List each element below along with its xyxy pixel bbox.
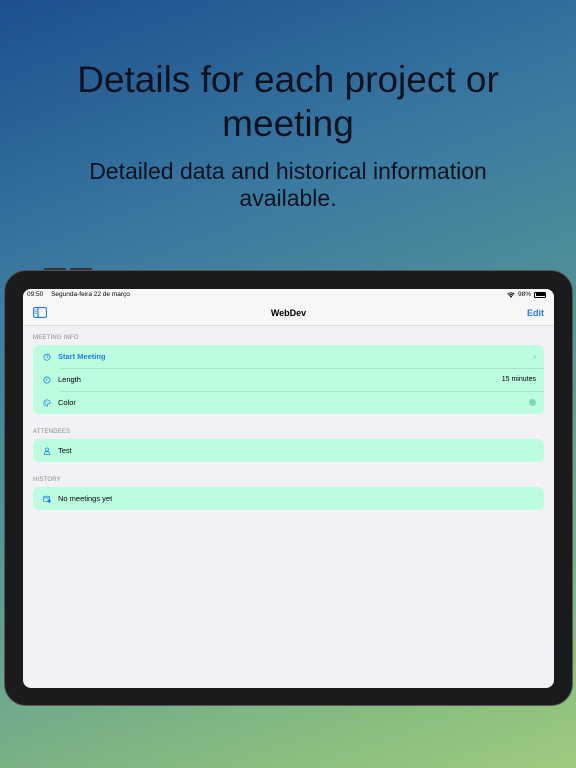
color-row[interactable]: Color — [33, 391, 544, 414]
timer-icon — [43, 353, 51, 361]
start-meeting-label: Start Meeting — [58, 352, 106, 361]
marketing-subline: Detailed data and historical information… — [89, 158, 487, 211]
color-swatch[interactable] — [529, 399, 536, 406]
attendee-name: Test — [58, 446, 72, 455]
palette-icon — [43, 398, 51, 407]
length-label: Length — [58, 375, 81, 384]
detail-content: MEETING INFO Start Meeting › Length 15 m… — [23, 326, 554, 528]
marketing-headline: Details for each project or meeting — [77, 59, 499, 144]
start-meeting-row[interactable]: Start Meeting › — [33, 345, 544, 368]
battery-percent: 98% — [517, 291, 531, 298]
section-header-meeting-info: MEETING INFO — [33, 335, 79, 341]
sidebar-toggle-icon[interactable] — [33, 307, 47, 318]
section-header-history: HISTORY — [33, 477, 61, 483]
nav-title: WebDev — [270, 307, 307, 318]
edit-button[interactable]: Edit — [527, 308, 544, 318]
attendees-group: Test — [33, 439, 544, 462]
status-time: 09:50 — [27, 291, 44, 298]
history-empty-row: No meetings yet — [33, 487, 544, 510]
battery-icon — [534, 291, 546, 298]
meeting-info-group: Start Meeting › Length 15 minutes Color — [33, 345, 544, 414]
person-icon — [43, 447, 51, 455]
history-group: No meetings yet — [33, 487, 544, 510]
ipad-screen: 09:50 Segunda-feira 22 de março 98% WebD… — [23, 289, 554, 688]
status-date: Segunda-feira 22 de março — [51, 291, 130, 298]
history-empty-label: No meetings yet — [58, 494, 113, 503]
navigation-bar: WebDev Edit — [23, 300, 554, 326]
chevron-right-icon: › — [533, 352, 536, 361]
clock-icon — [43, 375, 51, 384]
calendar-clock-icon — [43, 495, 51, 503]
attendee-row[interactable]: Test — [33, 439, 544, 462]
length-value: 15 minutes — [501, 376, 536, 383]
length-row[interactable]: Length 15 minutes — [33, 368, 544, 391]
wifi-icon — [507, 291, 515, 298]
color-label: Color — [58, 398, 76, 407]
status-bar: 09:50 Segunda-feira 22 de março 98% — [23, 289, 554, 300]
section-header-attendees: ATTENDEES — [33, 429, 71, 435]
